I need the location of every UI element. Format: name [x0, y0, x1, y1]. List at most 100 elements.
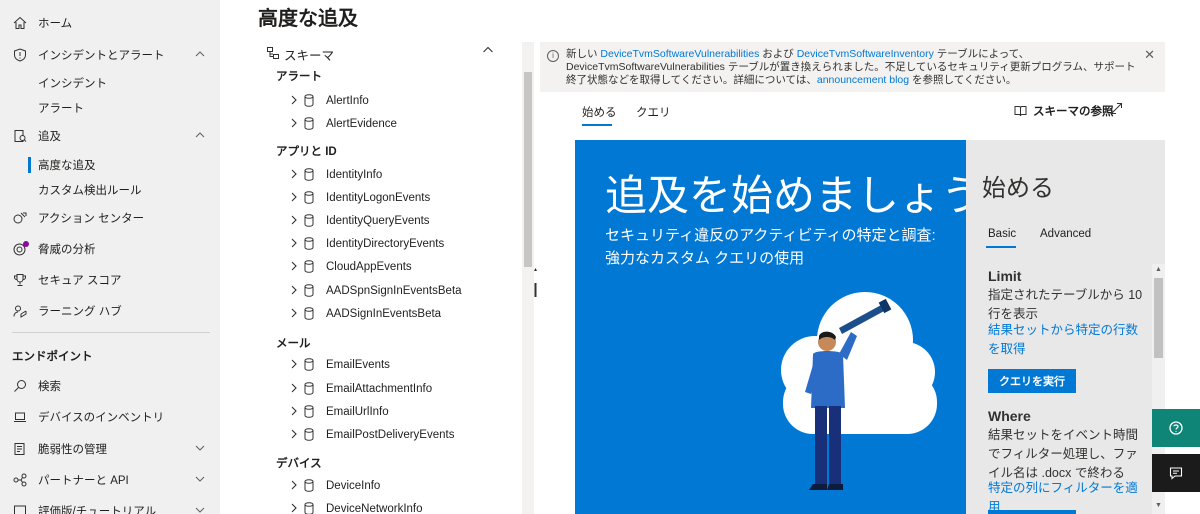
chevron-right-icon[interactable]: [290, 383, 300, 396]
nav-label: パートナーと API: [38, 475, 129, 487]
info-text: を参照してください。: [909, 74, 1017, 86]
schema-table-item[interactable]: DeviceInfo: [290, 476, 380, 496]
chevron-up-icon[interactable]: [195, 129, 205, 143]
nav-item-search[interactable]: 検索: [0, 373, 220, 399]
guide-content: Limit 指定されたテーブルから 10 行を表示 結果セットから特定の行数を取…: [966, 258, 1152, 514]
chevron-right-icon[interactable]: [290, 285, 300, 298]
trophy-icon: [12, 272, 28, 288]
chevron-right-icon[interactable]: [290, 503, 300, 514]
where-link[interactable]: 特定の列にフィルターを適用: [988, 479, 1144, 514]
chevron-up-icon[interactable]: [482, 44, 494, 59]
schema-table-item[interactable]: AlertEvidence: [290, 114, 397, 134]
chevron-right-icon[interactable]: [290, 192, 300, 205]
schema-table-item[interactable]: AADSpnSignInEventsBeta: [290, 281, 462, 301]
panel-splitter[interactable]: [534, 268, 537, 298]
schema-table-item[interactable]: EmailUrlInfo: [290, 402, 389, 422]
feedback-button[interactable]: [1152, 454, 1200, 492]
schema-table-name: AlertEvidence: [326, 118, 397, 130]
nav-label: カスタム検出ルール: [38, 185, 142, 197]
tutorial-icon: [12, 503, 28, 514]
chevron-right-icon[interactable]: [290, 238, 300, 251]
schema-reference-button[interactable]: スキーマの参照: [1014, 103, 1114, 119]
nav-item-evaluation-tutorials[interactable]: 評価版/チュートリアル: [0, 498, 220, 514]
schema-table-item[interactable]: AlertInfo: [290, 91, 369, 111]
nav-label: アクション センター: [38, 213, 145, 225]
nav-item-threat-analytics[interactable]: 脅威の分析: [0, 236, 220, 262]
chevron-up-icon[interactable]: [195, 48, 205, 62]
schema-table-item[interactable]: IdentityQueryEvents: [290, 211, 430, 231]
info-text: および: [759, 48, 797, 60]
chevron-right-icon[interactable]: [290, 118, 300, 131]
chevron-right-icon[interactable]: [290, 215, 300, 228]
close-icon[interactable]: ✕: [1144, 47, 1155, 63]
nav-item-hunting[interactable]: 追及: [0, 123, 220, 149]
query-tabs: 始める クエリ スキーマの参照: [540, 96, 1165, 132]
schema-scrollbar[interactable]: [522, 42, 534, 514]
schema-group-header: メール: [276, 338, 311, 350]
scrollbar-thumb[interactable]: [524, 72, 532, 267]
limit-link[interactable]: 結果セットから特定の行数を取得: [988, 321, 1144, 359]
nav-item-advanced-hunting[interactable]: 高度な追及: [0, 152, 220, 178]
link-software-vulnerabilities[interactable]: DeviceTvmSoftwareVulnerabilities: [600, 48, 759, 60]
hero-subtitle: セキュリティ違反のアクティビティの特定と調査: 強力なカスタム クエリの使用: [605, 227, 936, 267]
tab-query[interactable]: クエリ: [636, 104, 671, 120]
nav-item-incidents-alerts[interactable]: インシデントとアラート: [0, 42, 220, 68]
chevron-down-icon[interactable]: [195, 442, 205, 456]
schema-table-item[interactable]: CloudAppEvents: [290, 257, 412, 277]
chevron-right-icon[interactable]: [290, 359, 300, 372]
scroll-up-icon[interactable]: ▲: [1155, 266, 1162, 273]
schema-table-item[interactable]: EmailPostDeliveryEvents: [290, 425, 454, 445]
schema-table-item[interactable]: EmailAttachmentInfo: [290, 379, 432, 399]
schema-table-item[interactable]: EmailEvents: [290, 355, 390, 375]
schema-table-item[interactable]: IdentityLogonEvents: [290, 188, 430, 208]
schema-table-item[interactable]: AADSignInEventsBeta: [290, 304, 441, 324]
nav-item-custom-detection-rules[interactable]: カスタム検出ルール: [0, 177, 220, 203]
chevron-down-icon[interactable]: [195, 473, 205, 487]
table-icon: [304, 260, 316, 274]
chevron-down-icon[interactable]: [195, 504, 205, 514]
nav-item-secure-score[interactable]: セキュア スコア: [0, 267, 220, 293]
tab-active-indicator: [986, 246, 1016, 248]
chevron-right-icon[interactable]: [290, 480, 300, 493]
nav-item-device-inventory[interactable]: デバイスのインベントリ: [0, 404, 220, 430]
tab-basic[interactable]: Basic: [988, 228, 1016, 240]
run-query-button-2[interactable]: [988, 510, 1076, 514]
schema-table-item[interactable]: IdentityDirectoryEvents: [290, 234, 444, 254]
schema-table-name: IdentityQueryEvents: [326, 215, 430, 227]
schema-table-name: IdentityLogonEvents: [326, 192, 431, 204]
schema-header[interactable]: スキーマ: [264, 44, 334, 64]
nav-item-action-center[interactable]: アクション センター: [0, 205, 220, 231]
chevron-right-icon[interactable]: [290, 429, 300, 442]
tab-get-started[interactable]: 始める: [582, 104, 617, 120]
nav-item-vulnerability-management[interactable]: 脆弱性の管理: [0, 436, 220, 462]
chevron-right-icon[interactable]: [290, 406, 300, 419]
schema-table-item[interactable]: IdentityInfo: [290, 165, 382, 185]
scrollbar-thumb[interactable]: [1154, 278, 1163, 358]
guide-title: 始める: [982, 175, 1054, 202]
scroll-down-icon[interactable]: ▼: [1155, 502, 1162, 509]
chevron-right-icon[interactable]: [290, 95, 300, 108]
nav-item-alerts[interactable]: アラート: [0, 95, 220, 121]
nav-item-home[interactable]: ホーム: [0, 10, 220, 36]
hunter-illustration: [781, 292, 937, 490]
nav-item-learning-hub[interactable]: ラーニング ハブ: [0, 298, 220, 324]
nav-label: 追及: [38, 131, 61, 143]
schema-table-item[interactable]: DeviceNetworkInfo: [290, 499, 423, 514]
expand-icon[interactable]: [1110, 102, 1123, 118]
schema-icon: [266, 46, 280, 63]
tab-advanced[interactable]: Advanced: [1040, 228, 1091, 240]
nav-label: セキュア スコア: [38, 275, 122, 287]
run-query-button[interactable]: クエリを実行: [988, 369, 1076, 393]
nav-divider: [12, 332, 210, 333]
chevron-right-icon[interactable]: [290, 308, 300, 321]
link-software-inventory[interactable]: DeviceTvmSoftwareInventory: [797, 48, 934, 60]
shield-icon: [12, 47, 28, 63]
help-button[interactable]: [1152, 409, 1200, 447]
nav-item-partners-api[interactable]: パートナーと API: [0, 467, 220, 493]
tab-active-indicator: [582, 124, 612, 126]
laptop-icon: [12, 409, 28, 425]
chevron-right-icon[interactable]: [290, 261, 300, 274]
nav-item-incidents[interactable]: インシデント: [0, 70, 220, 96]
link-announcement-blog[interactable]: announcement blog: [817, 74, 909, 86]
chevron-right-icon[interactable]: [290, 169, 300, 182]
